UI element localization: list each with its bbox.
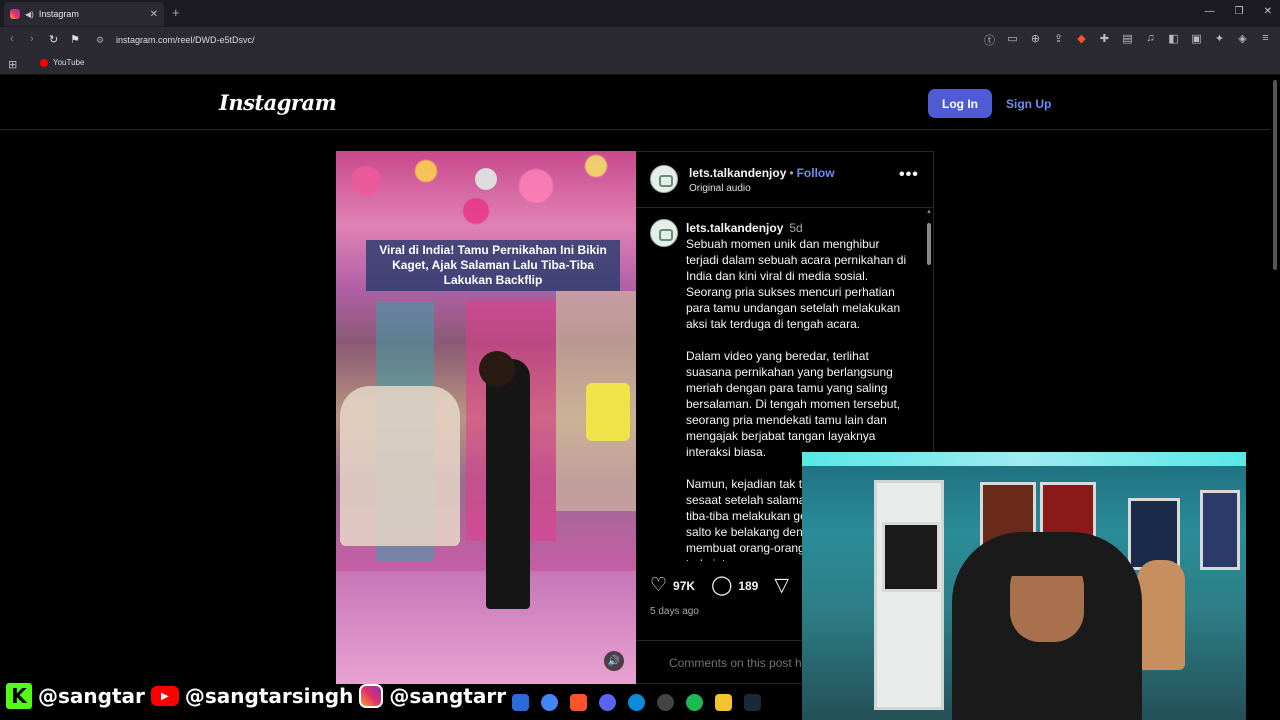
media-icon[interactable]: ♫ [1144,32,1157,48]
page-scrollbar[interactable] [1272,78,1278,718]
comment-bubble-icon[interactable]: ◯ [711,576,732,595]
steam-icon[interactable] [744,694,761,711]
webcam-poster [882,522,940,592]
instagram-favicon-icon [10,9,20,19]
close-tab-icon[interactable]: ✕ [150,9,158,20]
reload-icon[interactable]: ↻ [49,33,58,46]
author-line: lets.talkandenjoy • Follow [689,166,835,180]
caption-username[interactable]: lets.talkandenjoy [686,221,783,235]
video-flower-decor [336,151,636,241]
like-count: 97K [673,578,696,593]
signup-link[interactable]: Sign Up [1006,97,1051,111]
sidebar-icon[interactable]: ◧ [1167,32,1180,48]
bookmark-youtube[interactable]: YouTube [40,58,84,67]
instagram-icon [359,684,384,708]
brave-icon[interactable] [570,694,587,711]
share-icon[interactable]: ⇪ [1052,32,1065,48]
webcam-overlay [802,452,1246,720]
kick-icon: K [6,683,32,709]
obs-icon[interactable] [657,694,674,711]
author-avatar[interactable] [650,165,678,193]
menu-icon[interactable]: ≡ [1259,32,1272,48]
post-header: lets.talkandenjoy • Follow Original audio … [636,152,933,208]
bookmark-youtube-label: YouTube [53,58,85,67]
bookmarks-bar: ⊞ YouTube [0,53,1280,75]
spotify-icon[interactable] [686,694,703,711]
speaker-icon[interactable]: ◀) [25,10,34,19]
caption-header: lets.talkandenjoy 5d [686,221,803,235]
video-couple [340,386,460,546]
youtube-favicon-icon [40,58,48,67]
browser-tab-instagram[interactable]: ◀) Instagram ✕ [4,2,164,26]
scroll-up-icon[interactable]: ▲ [926,209,932,215]
audio-link[interactable]: Original audio [689,183,751,194]
caption-paragraph: Sebuah momen unik dan menghibur terjadi … [686,237,907,331]
page-scrollbar-thumb[interactable] [1273,80,1277,270]
caption-avatar[interactable] [650,219,678,247]
address-bar[interactable]: ⚙ instagram.com/reel/DWD-e5tDsvc/ [92,30,972,50]
cast-icon[interactable]: ▭ [1006,32,1019,48]
author-username[interactable]: lets.talkandenjoy [689,166,786,180]
video-watermark-logo [475,168,497,190]
url-text: instagram.com/reel/DWD-e5tDsvc/ [116,35,255,45]
instagram-header: Instagram [0,76,1270,130]
taskbar-icons [512,694,761,711]
social-handles: K @sangtar ▶ @sangtarsingh @sangtarr [6,681,506,711]
new-tab-button[interactable]: + [172,5,180,20]
caption-scrollbar-thumb[interactable] [927,223,931,265]
apps-grid-icon[interactable]: ⊞ [8,58,17,71]
file-explorer-icon[interactable] [715,694,732,711]
toolbar-icons: ⓣ ▭ ⊕ ⇪ ◆ ✚ ▤ ♫ ◧ ▣ ✦ ◈ ≡ [983,32,1272,48]
window-controls: — ❐ ✕ [1205,6,1272,17]
vpn-icon[interactable]: ◈ [1236,32,1249,48]
chrome-icon[interactable] [541,694,558,711]
video-man-head [479,351,515,387]
tab-title: Instagram [38,9,79,19]
browser-tabbar: ◀) Instagram ✕ + — ❐ ✕ [0,0,1280,27]
caption-paragraph: Dalam video yang beredar, terlihat suasa… [686,349,901,459]
follow-button[interactable]: Follow [797,166,835,180]
share-send-icon[interactable]: ▽ [774,576,789,595]
restore-icon[interactable]: ❐ [1235,6,1244,17]
comment-count: 189 [738,578,759,593]
site-settings-icon[interactable]: ⚙ [96,35,110,46]
webcam-door [874,480,944,710]
close-window-icon[interactable]: ✕ [1264,6,1272,17]
browser-navbar: ‹ › ↻ ⚑ ⚙ instagram.com/reel/DWD-e5tDsvc… [0,27,1280,53]
webcam-poster [1200,490,1240,570]
bookmark-icon[interactable]: ⚑ [70,33,80,46]
post-actions: ♡ 97K ◯ 189 ▽ [650,576,789,595]
reader-icon[interactable]: ▤ [1121,32,1134,48]
post-date: 5 days ago [650,606,699,617]
login-button[interactable]: Log In [928,89,992,118]
leo-icon[interactable]: ✦ [1213,32,1226,48]
kick-handle: @sangtar [38,684,145,708]
windows-start-icon[interactable] [512,694,529,711]
video-caption: Viral di India! Tamu Pernikahan Ini Biki… [366,240,620,291]
caption-time: 5d [789,221,803,235]
back-icon[interactable]: ‹ [10,33,14,45]
edge-icon[interactable] [628,694,645,711]
extensions-icon[interactable]: ✚ [1098,32,1111,48]
webcam-led-strip [802,452,1246,466]
minimize-icon[interactable]: — [1205,6,1215,17]
more-options-icon[interactable]: ••• [899,166,919,184]
zoom-icon[interactable]: ⊕ [1029,32,1042,48]
youtube-handle: @sangtarsingh [184,684,354,708]
instagram-handle: @sangtarr [389,684,507,708]
video-guest-yellow [586,383,630,441]
brave-shield-icon[interactable]: ◆ [1075,32,1088,48]
sound-toggle-icon[interactable]: 🔊 [604,651,624,671]
video-man [486,359,530,609]
discord-icon[interactable] [599,694,616,711]
webcam-mannequin [1137,560,1185,670]
forward-icon[interactable]: › [30,33,34,45]
reel-video[interactable]: Viral di India! Tamu Pernikahan Ini Biki… [336,151,636,684]
separator-dot: • [789,166,794,180]
like-heart-icon[interactable]: ♡ [650,576,667,595]
instagram-logo[interactable]: Instagram [219,90,337,115]
translate-icon[interactable]: ⓣ [983,32,996,48]
youtube-icon: ▶ [150,686,179,706]
wallet-icon[interactable]: ▣ [1190,32,1203,48]
